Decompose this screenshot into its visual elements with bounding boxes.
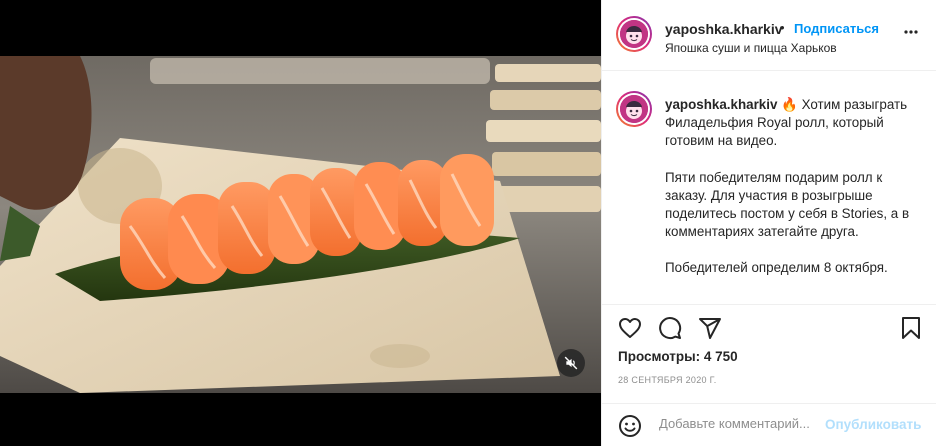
views-value: 4 750 xyxy=(703,349,738,364)
caption-text: yaposhka.kharkiv 🔥 Хотим разыграть Филад… xyxy=(665,96,927,296)
heart-icon[interactable] xyxy=(618,316,642,340)
caption-paragraph-3: Победителей определим 8 октября. xyxy=(665,260,888,276)
mute-button[interactable] xyxy=(557,349,585,377)
fire-emoji: 🔥 xyxy=(781,97,798,112)
author-username[interactable]: yaposhka.kharkiv xyxy=(665,21,783,37)
caption-username[interactable]: yaposhka.kharkiv xyxy=(665,97,777,112)
comment-input[interactable] xyxy=(659,416,819,431)
bookmark-icon[interactable] xyxy=(899,316,923,340)
separator-dot: • xyxy=(780,20,785,35)
post-date[interactable]: 28 СЕНТЯБРЯ 2020 Г. xyxy=(618,375,717,385)
caption-avatar[interactable] xyxy=(616,91,652,127)
send-icon[interactable] xyxy=(698,316,722,340)
sushi-chef-avatar-icon xyxy=(620,20,648,48)
comment-icon[interactable] xyxy=(658,316,682,340)
post-details-panel: yaposhka.kharkiv • Подписаться Япошка су… xyxy=(601,0,936,446)
video-player[interactable] xyxy=(0,0,601,446)
views-label: Просмотры: xyxy=(618,349,701,364)
instagram-post: yaposhka.kharkiv • Подписаться Япошка су… xyxy=(0,0,936,446)
avatar[interactable] xyxy=(616,16,652,52)
location-link[interactable]: Япошка суши и пицца Харьков xyxy=(665,41,837,55)
post-header: yaposhka.kharkiv • Подписаться Япошка су… xyxy=(602,0,936,71)
publish-button[interactable]: Опубликовать xyxy=(825,417,921,432)
more-dots-icon[interactable] xyxy=(904,30,918,34)
video-frame-salmon-roll[interactable] xyxy=(0,56,601,393)
caption-paragraph: yaposhka.kharkiv 🔥 Хотим разыграть Филад… xyxy=(665,96,927,151)
follow-button[interactable]: Подписаться xyxy=(794,21,879,36)
caption-paragraph-2: Пяти победителям подарим ролл к заказу. … xyxy=(665,169,910,240)
muted-speaker-icon xyxy=(564,356,578,370)
views-count[interactable]: Просмотры: 4 750 xyxy=(618,349,738,364)
sushi-chef-avatar-icon xyxy=(620,95,648,123)
smiley-icon[interactable] xyxy=(618,414,642,438)
post-caption: yaposhka.kharkiv 🔥 Хотим разыграть Филад… xyxy=(602,71,936,304)
comment-form: Опубликовать xyxy=(602,403,936,446)
